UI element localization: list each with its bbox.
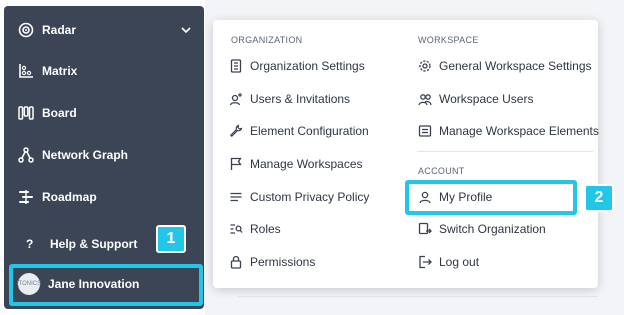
menu-item-label: Manage Workspace Elements [439,124,599,138]
user-plus-icon [229,92,243,106]
menu-item-custom-privacy-policy[interactable]: Custom Privacy Policy [229,186,369,208]
sidebar-item-radar[interactable]: Radar [4,13,204,47]
highlight-box-user [9,264,203,306]
menu-divider [417,151,593,152]
roles-icon [229,222,243,236]
menu-item-label: Log out [439,255,480,269]
roadmap-icon [18,189,34,205]
wrench-icon [229,124,243,138]
gear-icon [418,59,432,73]
menu-item-switch-organization[interactable]: Switch Organization [418,218,546,240]
menu-item-permissions[interactable]: Permissions [229,251,315,273]
menu-item-label: Custom Privacy Policy [250,190,370,204]
users-icon [418,92,432,106]
background-divider [238,296,598,297]
lock-icon [229,255,243,269]
building-icon [229,59,243,73]
menu-item-label: Manage Workspaces [250,157,363,171]
sidebar-item-label: Matrix [42,64,78,78]
menu-item-label: Users & Invitations [250,92,351,106]
flag-icon [229,157,243,171]
sidebar-item-label: Radar [42,23,77,37]
step-badge-2: 2 [584,184,614,212]
sidebar-item-matrix[interactable]: Matrix [4,54,204,88]
menu-item-label: Workspace Users [439,92,534,106]
menu-item-manage-workspaces[interactable]: Manage Workspaces [229,153,363,175]
menu-item-manage-workspace-elements[interactable]: Manage Workspace Elements [418,120,599,142]
menu-item-roles[interactable]: Roles [229,218,281,240]
menu-item-label: Permissions [250,255,316,269]
sidebar-item-label: Network Graph [42,148,129,162]
sidebar-item-label: Board [42,106,77,120]
menu-item-users-invitations[interactable]: Users & Invitations [229,88,350,110]
menu-item-general-workspace-settings[interactable]: General Workspace Settings [418,55,592,77]
matrix-icon [18,63,34,79]
step-badge-1: 1 [156,225,186,253]
sidebar-item-label: Help & Support [50,237,138,251]
radar-icon [18,22,34,38]
list-box-icon [418,124,432,138]
account-heading: ACCOUNT [418,166,465,176]
help-icon: ? [26,237,34,251]
network-graph-icon [18,147,34,163]
lines-icon [229,190,243,204]
highlight-box-my-profile [405,180,577,215]
menu-item-workspace-users[interactable]: Workspace Users [418,88,533,110]
menu-item-label: Element Configuration [250,124,369,138]
menu-item-element-configuration[interactable]: Element Configuration [229,120,369,142]
logout-icon [418,255,432,269]
board-icon [18,105,34,121]
chevron-down-icon[interactable] [180,24,192,36]
settings-dropdown-menu: ORGANIZATION WORKSPACE Organization Sett… [213,20,599,288]
menu-item-label: Roles [250,222,281,236]
switch-icon [418,222,432,236]
menu-item-label: General Workspace Settings [439,59,592,73]
sidebar-item-board[interactable]: Board [4,96,204,130]
sidebar-item-label: Roadmap [42,190,97,204]
menu-item-label: Organization Settings [250,59,365,73]
sidebar-item-network-graph[interactable]: Network Graph [4,138,204,172]
organization-heading: ORGANIZATION [231,35,303,45]
menu-item-label: Switch Organization [439,222,546,236]
workspace-heading: WORKSPACE [418,35,479,45]
sidebar-item-roadmap[interactable]: Roadmap [4,180,204,214]
menu-item-log-out[interactable]: Log out [418,251,479,273]
menu-item-organization-settings[interactable]: Organization Settings [229,55,365,77]
